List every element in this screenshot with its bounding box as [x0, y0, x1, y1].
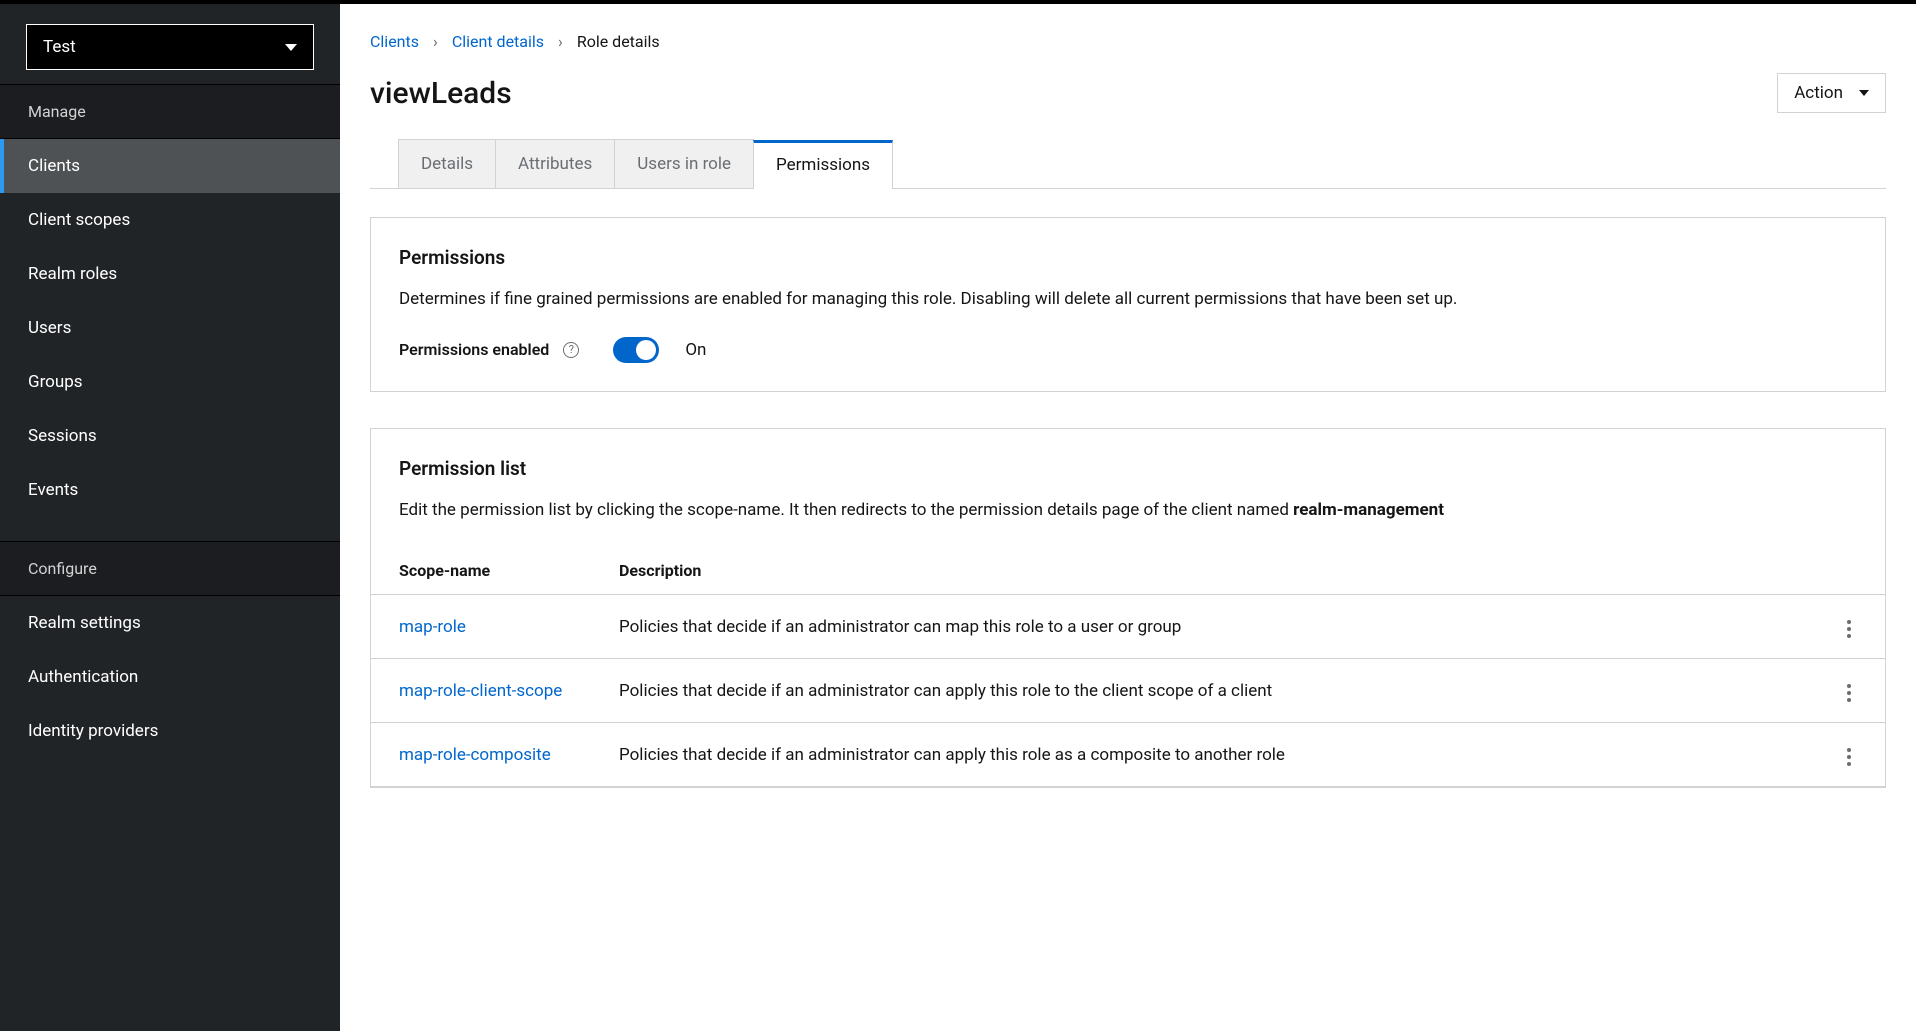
tab-details[interactable]: Details: [398, 139, 496, 188]
permission-list-desc-bold: realm-management: [1293, 500, 1444, 520]
sidebar-item-realm-settings[interactable]: Realm settings: [0, 596, 340, 650]
permission-list-title: Permission list: [399, 457, 1857, 480]
tab-permissions[interactable]: Permissions: [753, 140, 893, 189]
kebab-menu-icon[interactable]: [1841, 678, 1857, 708]
scope-desc: Policies that decide if an administrator…: [591, 595, 1813, 659]
breadcrumb-current: Role details: [577, 32, 660, 51]
table-row: map-role-client-scope Policies that deci…: [371, 659, 1885, 723]
kebab-menu-icon[interactable]: [1841, 614, 1857, 644]
toggle-knob: [636, 340, 656, 360]
sidebar: Test Manage Clients Client scopes Realm …: [0, 4, 340, 1031]
scope-link-map-role-composite[interactable]: map-role-composite: [399, 745, 551, 765]
tab-users-in-role[interactable]: Users in role: [614, 139, 754, 188]
toggle-label: Permissions enabled: [399, 340, 549, 359]
help-icon[interactable]: ?: [563, 342, 579, 358]
sidebar-item-realm-roles[interactable]: Realm roles: [0, 247, 340, 301]
scope-desc: Policies that decide if an administrator…: [591, 659, 1813, 723]
col-scope-name: Scope-name: [371, 547, 591, 595]
sidebar-item-users[interactable]: Users: [0, 301, 340, 355]
caret-down-icon: [1859, 90, 1869, 96]
permissions-description: Determines if fine grained permissions a…: [399, 287, 1857, 313]
main-content: Clients › Client details › Role details …: [340, 4, 1916, 1031]
toggle-state: On: [685, 340, 706, 360]
col-actions: [1813, 547, 1885, 595]
permission-list-card: Permission list Edit the permission list…: [370, 428, 1886, 789]
sidebar-item-identity-providers[interactable]: Identity providers: [0, 704, 340, 758]
kebab-menu-icon[interactable]: [1841, 742, 1857, 772]
caret-down-icon: [285, 44, 297, 51]
breadcrumb: Clients › Client details › Role details: [370, 32, 1886, 51]
chevron-right-icon: ›: [433, 32, 438, 51]
section-header-configure: Configure: [0, 541, 340, 596]
permissions-title: Permissions: [399, 246, 1857, 269]
sidebar-item-groups[interactable]: Groups: [0, 355, 340, 409]
col-description: Description: [591, 547, 1813, 595]
action-label: Action: [1794, 83, 1843, 103]
chevron-right-icon: ›: [558, 32, 563, 51]
sidebar-item-authentication[interactable]: Authentication: [0, 650, 340, 704]
table-row: map-role-composite Policies that decide …: [371, 723, 1885, 787]
scope-desc: Policies that decide if an administrator…: [591, 723, 1813, 787]
sidebar-item-clients[interactable]: Clients: [0, 139, 340, 193]
tab-attributes[interactable]: Attributes: [495, 139, 615, 188]
breadcrumb-client-details[interactable]: Client details: [452, 32, 544, 51]
permissions-card: Permissions Determines if fine grained p…: [370, 217, 1886, 392]
breadcrumb-clients[interactable]: Clients: [370, 32, 419, 51]
permission-list-description: Edit the permission list by clicking the…: [399, 498, 1857, 524]
tabs: Details Attributes Users in role Permiss…: [370, 139, 1886, 189]
action-dropdown[interactable]: Action: [1777, 73, 1886, 113]
scope-link-map-role-client-scope[interactable]: map-role-client-scope: [399, 681, 562, 701]
table-row: map-role Policies that decide if an admi…: [371, 595, 1885, 659]
realm-name: Test: [43, 37, 76, 57]
sidebar-item-sessions[interactable]: Sessions: [0, 409, 340, 463]
scope-link-map-role[interactable]: map-role: [399, 617, 466, 637]
sidebar-item-events[interactable]: Events: [0, 463, 340, 517]
permission-list-desc-text: Edit the permission list by clicking the…: [399, 500, 1293, 520]
permissions-toggle[interactable]: [613, 337, 659, 363]
sidebar-item-client-scopes[interactable]: Client scopes: [0, 193, 340, 247]
permission-table: Scope-name Description map-role Policies…: [371, 547, 1885, 787]
page-title: viewLeads: [370, 76, 512, 111]
realm-selector[interactable]: Test: [26, 24, 314, 70]
section-header-manage: Manage: [0, 84, 340, 139]
